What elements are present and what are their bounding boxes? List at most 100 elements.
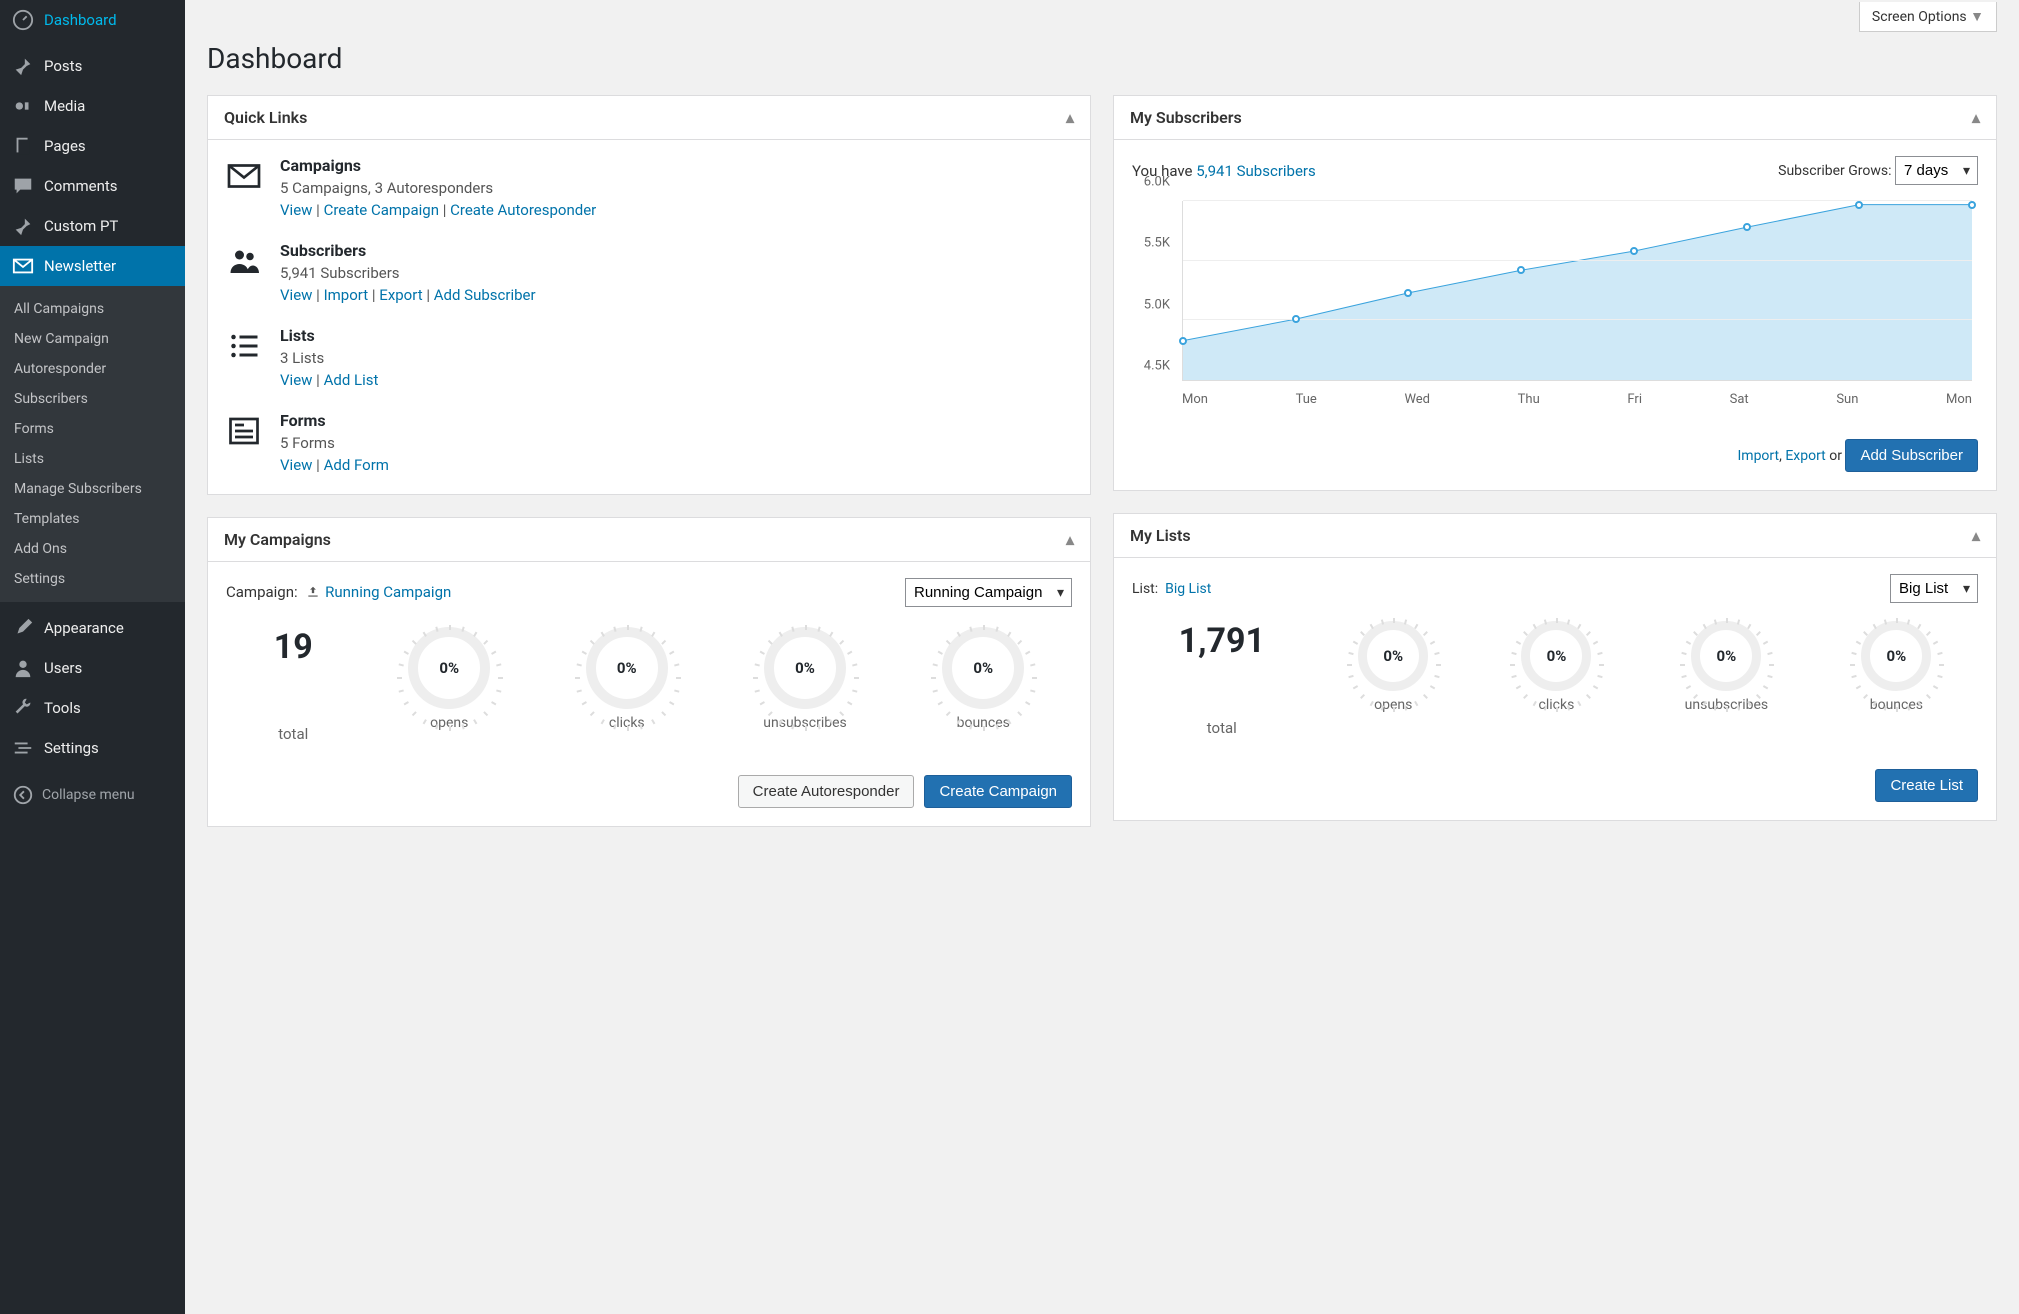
sidebar-label: Settings xyxy=(44,739,99,757)
sidebar-label: Custom PT xyxy=(44,217,118,235)
users-icon xyxy=(226,243,262,279)
submenu-templates[interactable]: Templates xyxy=(0,504,185,534)
sidebar-label: Appearance xyxy=(44,619,124,637)
mail-icon xyxy=(226,158,262,194)
sidebar-item-dashboard[interactable]: Dashboard xyxy=(0,0,185,40)
add-subscriber-button[interactable]: Add Subscriber xyxy=(1845,439,1978,472)
collapse-menu[interactable]: Collapse menu xyxy=(0,774,185,816)
submenu-subscribers[interactable]: Subscribers xyxy=(0,384,185,414)
gauge-clicks: 0% xyxy=(586,627,668,709)
box-title: My Campaigns xyxy=(224,530,331,549)
gauge-opens: 0% xyxy=(408,627,490,709)
page-icon xyxy=(12,135,34,157)
sidebar-label: Users xyxy=(44,659,82,677)
sidebar-item-posts[interactable]: Posts xyxy=(0,46,185,86)
ql-subscribers-title: Subscribers xyxy=(280,241,536,260)
box-title: Quick Links xyxy=(224,108,307,127)
sidebar-item-newsletter[interactable]: Newsletter xyxy=(0,246,185,286)
submenu-manage-subscribers[interactable]: Manage Subscribers xyxy=(0,474,185,504)
my-lists-header[interactable]: My Lists▴ xyxy=(1114,514,1996,558)
sidebar-item-settings[interactable]: Settings xyxy=(0,728,185,768)
ql-lists-title: Lists xyxy=(280,326,378,345)
my-lists-box: My Lists▴ List: Big List Big List 1,791 … xyxy=(1113,513,1997,821)
my-subscribers-box: My Subscribers▴ You have 5,941 Subscribe… xyxy=(1113,95,1997,491)
campaign-total: 19 xyxy=(274,627,313,667)
ql-add-list[interactable]: Add List xyxy=(324,371,379,389)
media-icon xyxy=(12,95,34,117)
ql-add-form[interactable]: Add Form xyxy=(324,456,389,474)
list-icon xyxy=(226,328,262,364)
sidebar-item-users[interactable]: Users xyxy=(0,648,185,688)
sidebar-label: Media xyxy=(44,97,85,115)
gauge-unsubs: 0% xyxy=(1691,621,1761,691)
sidebar-label: Newsletter xyxy=(44,257,116,275)
ql-subs-import[interactable]: Import xyxy=(324,286,369,304)
submenu-lists[interactable]: Lists xyxy=(0,444,185,474)
list-label: List: xyxy=(1132,581,1158,597)
submenu-add-ons[interactable]: Add Ons xyxy=(0,534,185,564)
box-title: My Lists xyxy=(1130,526,1191,545)
my-subscribers-header[interactable]: My Subscribers▴ xyxy=(1114,96,1996,140)
comment-icon xyxy=(12,175,34,197)
grow-select[interactable]: 7 days xyxy=(1895,156,1978,185)
ql-forms-view[interactable]: View xyxy=(280,456,312,474)
submenu-settings[interactable]: Settings xyxy=(0,564,185,594)
admin-sidebar: Dashboard Posts Media Pages Comments Cus… xyxy=(0,0,185,1314)
sidebar-label: Comments xyxy=(44,177,118,195)
gauge-clicks: 0% xyxy=(1521,621,1591,691)
gauge-bounces: 0% xyxy=(1861,621,1931,691)
submenu-new-campaign[interactable]: New Campaign xyxy=(0,324,185,354)
quick-links-header[interactable]: Quick Links ▴ xyxy=(208,96,1090,140)
caret-up-icon: ▴ xyxy=(1066,530,1074,549)
ql-lists-view[interactable]: View xyxy=(280,371,312,389)
create-autoresponder-button[interactable]: Create Autoresponder xyxy=(738,775,915,808)
list-total-label: total xyxy=(1179,719,1265,737)
my-campaigns-header[interactable]: My Campaigns ▴ xyxy=(208,518,1090,562)
list-current-link[interactable]: Big List xyxy=(1165,581,1211,597)
ql-create-campaign[interactable]: Create Campaign xyxy=(324,201,439,219)
ql-subs-view[interactable]: View xyxy=(280,286,312,304)
ql-forms-sub: 5 Forms xyxy=(280,434,389,452)
gauge-bounces: 0% xyxy=(942,627,1024,709)
ql-subs-export[interactable]: Export xyxy=(379,286,422,304)
subs-import-link[interactable]: Import xyxy=(1737,448,1779,464)
sidebar-item-comments[interactable]: Comments xyxy=(0,166,185,206)
caret-up-icon: ▴ xyxy=(1972,108,1980,127)
submenu-all-campaigns[interactable]: All Campaigns xyxy=(0,294,185,324)
ql-add-subscriber[interactable]: Add Subscriber xyxy=(434,286,536,304)
subscribers-count-link[interactable]: 5,941 Subscribers xyxy=(1196,162,1316,180)
ql-campaigns-view[interactable]: View xyxy=(280,201,312,219)
create-campaign-button[interactable]: Create Campaign xyxy=(924,775,1072,808)
sidebar-label: Tools xyxy=(44,699,81,717)
submenu-forms[interactable]: Forms xyxy=(0,414,185,444)
list-select[interactable]: Big List xyxy=(1890,574,1978,603)
submenu-autoresponder[interactable]: Autoresponder xyxy=(0,354,185,384)
wrench-icon xyxy=(12,697,34,719)
create-list-button[interactable]: Create List xyxy=(1875,769,1978,802)
my-campaigns-box: My Campaigns ▴ Campaign: Running Campaign… xyxy=(207,517,1091,827)
user-icon xyxy=(12,657,34,679)
ql-forms-title: Forms xyxy=(280,411,389,430)
campaign-label: Campaign: xyxy=(226,583,298,601)
screen-options-button[interactable]: Screen Options ▼ xyxy=(1859,2,1997,32)
sidebar-submenu: All Campaigns New Campaign Autoresponder… xyxy=(0,286,185,602)
caret-up-icon: ▴ xyxy=(1066,108,1074,127)
dashboard-icon xyxy=(12,9,34,31)
campaign-select[interactable]: Running Campaign xyxy=(905,578,1072,607)
subscriber-growth-chart: 4.5K5.0K5.5K6.0K MonTueWedThuFriSatSunMo… xyxy=(1132,197,1978,407)
upload-icon xyxy=(305,585,321,603)
list-total: 1,791 xyxy=(1179,621,1265,661)
subs-export-link[interactable]: Export xyxy=(1785,448,1825,464)
sidebar-item-appearance[interactable]: Appearance xyxy=(0,608,185,648)
grow-label: Subscriber Grows: xyxy=(1778,163,1891,179)
page-title: Dashboard xyxy=(207,42,1997,75)
sidebar-item-media[interactable]: Media xyxy=(0,86,185,126)
sidebar-label: Dashboard xyxy=(44,11,117,29)
sidebar-item-pages[interactable]: Pages xyxy=(0,126,185,166)
sidebar-item-custom-pt[interactable]: Custom PT xyxy=(0,206,185,246)
sliders-icon xyxy=(12,737,34,759)
ql-create-autoresponder[interactable]: Create Autoresponder xyxy=(450,201,596,219)
sidebar-item-tools[interactable]: Tools xyxy=(0,688,185,728)
campaign-current-link[interactable]: Running Campaign xyxy=(325,583,451,601)
pin-icon xyxy=(12,215,34,237)
